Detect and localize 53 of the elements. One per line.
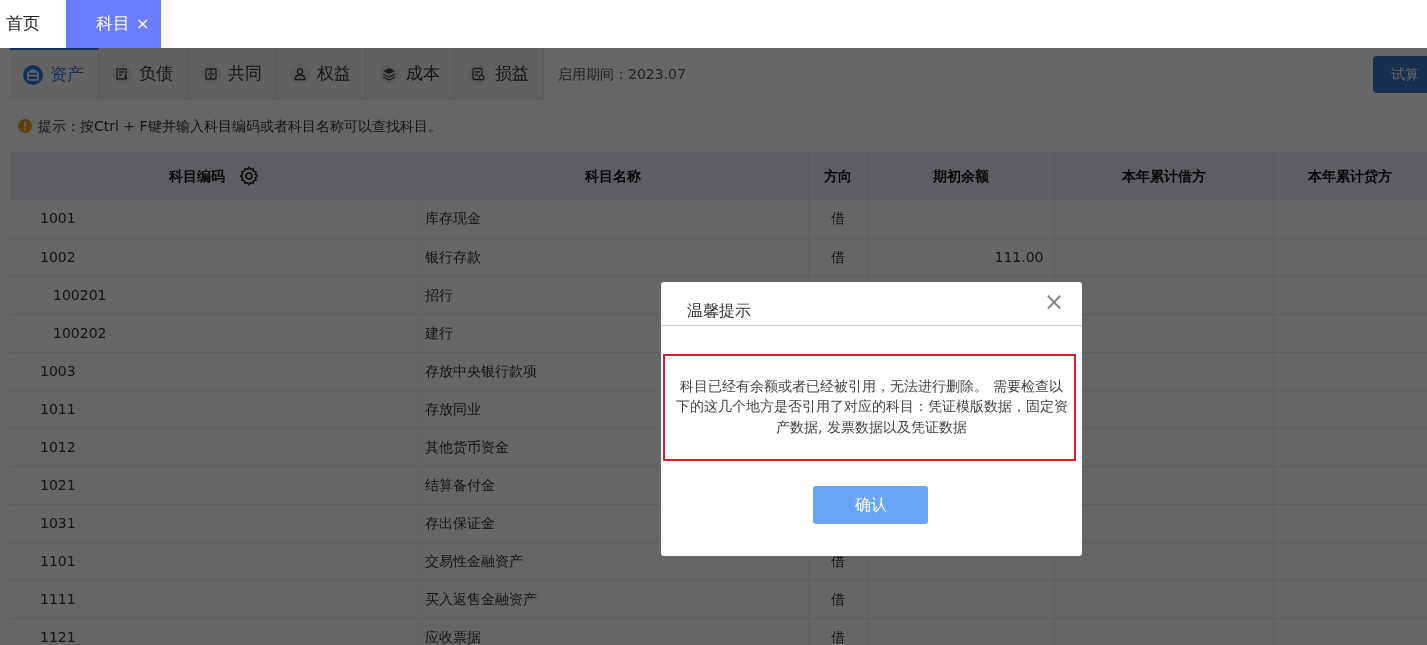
amount-text: 111.00 [994, 248, 1044, 265]
account-code: 1002 [40, 248, 76, 265]
account-code: 1003 [40, 362, 76, 379]
account-name: 存放同业 [424, 400, 481, 417]
hint-text: 提示：按Ctrl + F键并输入科目编码或者科目名称可以查找科目。 [38, 116, 442, 136]
column-header: 本年累计借方 [1054, 152, 1273, 200]
account-name: 建行 [424, 324, 453, 341]
account-code: 1021 [40, 476, 76, 493]
direction-text: 借 [831, 248, 845, 265]
person-icon [289, 63, 311, 85]
account-code: 1121 [40, 628, 76, 645]
page-tab[interactable]: 科目 × [66, 0, 162, 48]
column-header: 科目名称 [418, 152, 808, 200]
grid-icon [200, 63, 222, 85]
dialog-message: 科目已经有余额或者已经被引用，无法进行删除。 需要检查以下的这几个地方是否引用了对应的科目：凭证模版数据，固定资产数据, 发票数据以及凭证数据 [663, 354, 1076, 461]
account-code: 1031 [40, 514, 76, 531]
case-icon [22, 64, 44, 86]
account-name: 银行存款 [424, 248, 481, 265]
category-tab[interactable]: 资产 [10, 48, 99, 100]
account-code: 1101 [40, 552, 76, 569]
close-icon[interactable]: × [136, 12, 150, 36]
account-name: 库存现金 [424, 210, 481, 227]
receipt-icon [467, 63, 489, 85]
ledger-icon [111, 63, 133, 85]
column-header: 期初余额 [868, 152, 1054, 200]
account-code: 1012 [40, 438, 76, 455]
warning-icon [18, 119, 32, 133]
account-code: 1011 [40, 400, 76, 417]
account-code: 1111 [40, 590, 76, 607]
account-name: 结算备付金 [424, 476, 495, 493]
account-name: 应收票据 [424, 628, 481, 645]
settings-icon[interactable] [238, 166, 259, 186]
account-code: 1001 [40, 210, 76, 227]
account-name: 其他货币资金 [424, 438, 509, 455]
account-code: 100202 [53, 324, 107, 341]
confirm-button[interactable]: 确认 [813, 485, 928, 524]
column-header: 科目编码 [168, 166, 225, 186]
column-header: 本年累计贷方 [1273, 152, 1427, 200]
direction-text: 借 [831, 628, 845, 645]
layers-icon [378, 63, 400, 85]
dialog-title: 温馨提示 [687, 300, 751, 322]
account-name: 买入返售金融资产 [424, 590, 537, 607]
trial-balance-button[interactable]: 试算 [1373, 55, 1427, 93]
account-name: 交易性金融资产 [424, 552, 523, 569]
account-name: 招行 [424, 286, 453, 303]
account-name: 存放中央银行款项 [424, 362, 537, 379]
direction-text: 借 [831, 210, 845, 227]
column-header: 方向 [808, 152, 868, 200]
close-button[interactable]: × [1043, 290, 1064, 314]
account-code: 100201 [53, 286, 107, 303]
direction-text: 借 [831, 590, 845, 607]
account-name: 存出保证金 [424, 514, 495, 531]
period-label: 启用期间：2023.07 [558, 64, 686, 84]
